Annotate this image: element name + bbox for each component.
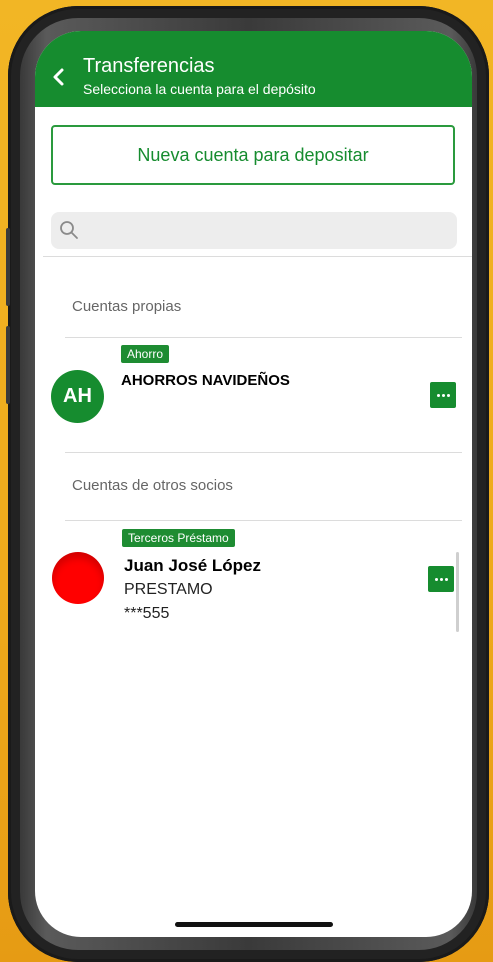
scrollbar[interactable]: [456, 552, 459, 632]
volume-down-button: [6, 326, 10, 404]
section-label-own-accounts: Cuentas propias: [72, 298, 182, 315]
search-input[interactable]: [87, 212, 451, 251]
new-account-button[interactable]: Nueva cuenta para depositar: [51, 125, 455, 185]
search-bar[interactable]: [51, 212, 457, 251]
account-number: ***555: [124, 605, 170, 622]
more-horizontal-icon: [436, 393, 450, 397]
divider: [65, 520, 462, 521]
avatar: [52, 552, 104, 604]
section-label-other-accounts: Cuentas de otros socios: [72, 477, 233, 494]
divider: [65, 337, 462, 338]
page-subtitle: Selecciona la cuenta para el depósito: [83, 81, 316, 97]
volume-up-button: [6, 228, 10, 306]
account-name: Juan José López: [124, 556, 261, 575]
app-screen: Transferencias Selecciona la cuenta para…: [35, 31, 472, 937]
divider: [43, 256, 472, 257]
account-product-type: PRESTAMO: [124, 581, 213, 598]
search-icon: [59, 220, 79, 240]
home-indicator[interactable]: [175, 922, 333, 927]
divider: [65, 452, 462, 453]
more-horizontal-icon: [434, 577, 448, 581]
more-options-button[interactable]: [430, 382, 456, 408]
avatar: AH: [51, 370, 104, 423]
back-icon[interactable]: [51, 67, 67, 87]
account-name: AHORROS NAVIDEÑOS: [121, 372, 290, 389]
account-type-tag: Terceros Préstamo: [122, 529, 235, 547]
app-header: Transferencias Selecciona la cuenta para…: [35, 31, 472, 107]
more-options-button[interactable]: [428, 566, 454, 592]
account-type-tag: Ahorro: [121, 345, 170, 363]
page-title: Transferencias: [83, 55, 215, 77]
